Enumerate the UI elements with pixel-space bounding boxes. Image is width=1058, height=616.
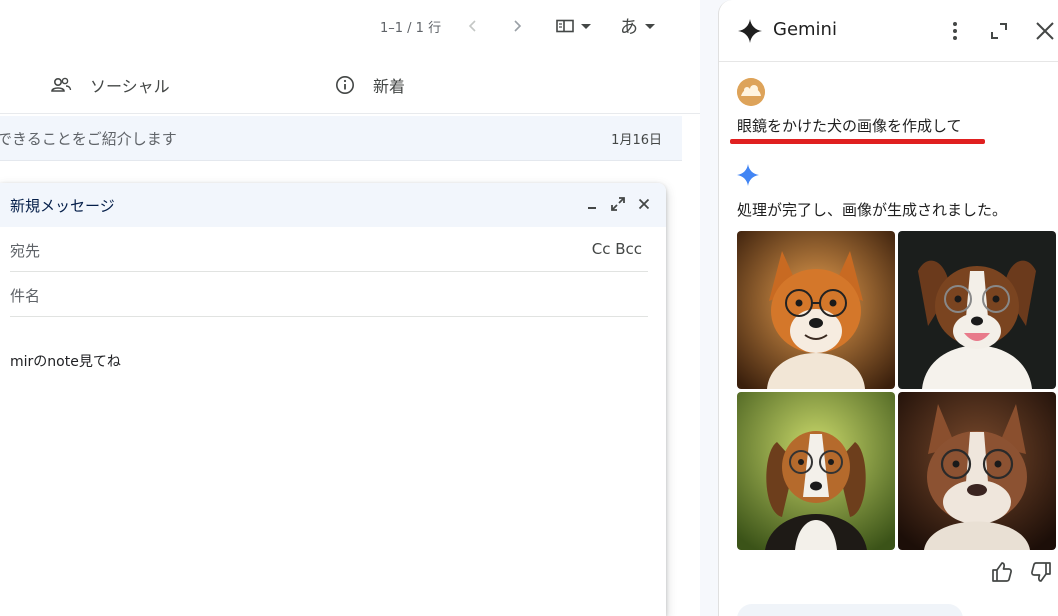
tab-updates[interactable]: 新着 — [335, 70, 405, 100]
minimize-button[interactable] — [584, 196, 600, 212]
generated-image-beagle[interactable] — [737, 392, 895, 550]
mail-list-row[interactable]: できることをご紹介します 1月16日 — [0, 116, 682, 161]
people-icon — [51, 77, 72, 92]
tab-social[interactable]: ソーシャル — [50, 70, 170, 100]
split-pane-icon — [556, 19, 574, 33]
split-pane-button[interactable] — [556, 14, 591, 38]
mail-toolbar: 1–1 / 1 行 あ — [0, 0, 700, 52]
close-icon — [638, 198, 650, 210]
minimize-icon — [588, 207, 596, 209]
user-avatar — [737, 78, 765, 106]
compose-window-controls — [584, 196, 652, 212]
close-icon[interactable] — [1034, 20, 1056, 42]
subject-placeholder: 件名 — [10, 287, 41, 305]
mail-date: 1月16日 — [611, 133, 662, 148]
input-tools-label: あ — [620, 17, 638, 38]
gemini-prompt-chip[interactable] — [737, 604, 963, 616]
compose-title: 新規メッセージ — [10, 197, 115, 215]
gmail-area: 1–1 / 1 行 あ ソーシャル 新着 できることをご紹介します 1月16日 — [0, 0, 700, 616]
chevron-right-icon[interactable] — [510, 14, 524, 38]
generated-image-shiba[interactable] — [737, 231, 895, 389]
close-compose-button[interactable] — [636, 196, 652, 212]
generated-image-grid — [737, 231, 1057, 550]
tab-updates-label: 新着 — [373, 77, 406, 96]
tab-social-label: ソーシャル — [90, 77, 170, 96]
user-prompt: 眼鏡をかけた犬の画像を作成して — [737, 117, 962, 135]
compose-window: 新規メッセージ 宛先 Cc Bcc 件名 mirのnote見てね — [0, 183, 666, 616]
gemini-spark-icon — [737, 164, 759, 186]
compose-header[interactable]: 新規メッセージ — [0, 183, 666, 227]
gemini-header: Gemini — [719, 0, 1058, 62]
expand-diagonal-icon — [611, 197, 625, 211]
gemini-response: 処理が完了し、画像が生成されました。 — [737, 201, 1008, 219]
generated-image-border-collie[interactable] — [898, 231, 1056, 389]
thumbs-down-icon[interactable] — [1030, 561, 1052, 583]
chevron-left-icon[interactable] — [466, 14, 480, 38]
message-body[interactable]: mirのnote見てね — [10, 351, 121, 371]
subject-field[interactable]: 件名 — [10, 272, 648, 317]
info-icon — [336, 76, 354, 94]
generated-image-bulldog[interactable] — [898, 392, 1056, 550]
more-vert-icon[interactable] — [946, 20, 964, 42]
thumbs-up-icon[interactable] — [991, 561, 1013, 583]
pager-count: 1–1 / 1 行 — [380, 21, 442, 36]
fullscreen-button[interactable] — [610, 196, 626, 212]
gemini-title: Gemini — [773, 19, 837, 40]
gemini-sparkle-icon — [738, 19, 762, 43]
mail-snippet: できることをご紹介します — [0, 130, 177, 148]
red-underline-annotation — [730, 139, 985, 144]
category-tabs: ソーシャル 新着 — [0, 60, 700, 114]
input-tools-button[interactable]: あ — [620, 14, 655, 38]
expand-icon[interactable] — [989, 21, 1009, 41]
gemini-panel: Gemini 眼鏡をかけた犬の画像を作成して 処理が完了し、画像が生成されました… — [718, 0, 1058, 616]
cc-bcc-toggle[interactable]: Cc Bcc — [592, 240, 642, 258]
chevron-down-icon — [645, 23, 655, 29]
recipients-field[interactable]: 宛先 Cc Bcc — [10, 227, 648, 272]
to-label: 宛先 — [10, 242, 41, 260]
chevron-down-icon — [581, 23, 591, 29]
